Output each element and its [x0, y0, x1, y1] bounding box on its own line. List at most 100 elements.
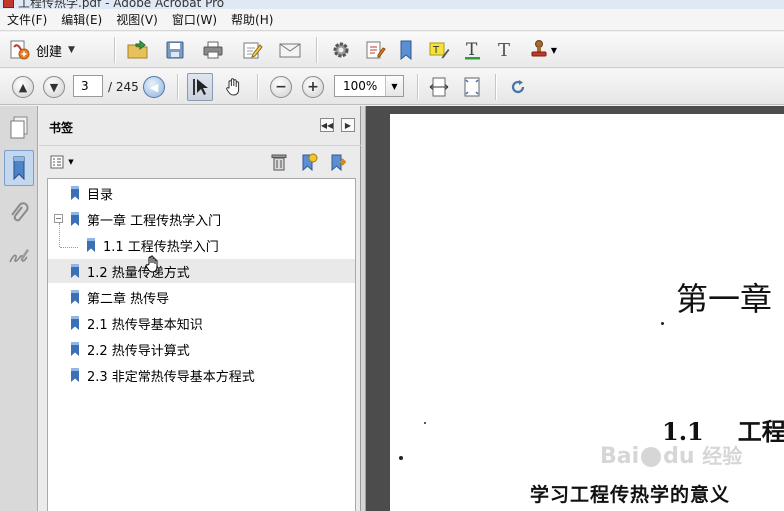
go-back-button[interactable]: ◀ [141, 73, 167, 101]
bookmark-label: 1.2 热量传递方式 [87, 265, 190, 281]
edit-button[interactable] [238, 36, 266, 64]
plus-icon: + [302, 76, 324, 98]
chapter-heading: 第一章 [676, 280, 773, 318]
toolbar-divider [177, 74, 178, 100]
bookmark-tool-button[interactable] [394, 36, 418, 64]
options-menu-button[interactable]: ▼ [49, 152, 75, 172]
bookmark-item[interactable]: − 第一章 工程传热学入门 [48, 207, 355, 231]
chevron-down-icon: ▼ [550, 45, 558, 55]
underline-text-icon: T [465, 40, 480, 60]
collapse-panel-button[interactable]: ◀◀ [320, 118, 334, 132]
hand-tool-button[interactable] [221, 73, 247, 101]
select-cursor-icon [193, 79, 208, 95]
save-button[interactable] [162, 36, 188, 64]
zoom-select[interactable]: 100% ▼ [334, 75, 404, 97]
navigation-rail [0, 106, 38, 511]
comment-edit-button[interactable] [362, 36, 388, 64]
section-title-text: 工程 [737, 417, 784, 446]
arrow-up-icon: ▲ [12, 76, 34, 98]
svg-text:T: T [432, 45, 440, 56]
main-toolbar: 创建 ▼ T T T ▼ [0, 32, 784, 68]
new-bookmark-button[interactable] [298, 152, 320, 172]
menu-bar: 文件(F) 编辑(E) 视图(V) 窗口(W) 帮助(H) [0, 9, 784, 31]
hand-icon [226, 78, 240, 96]
settings-button[interactable] [328, 36, 354, 64]
acrobat-app-icon [3, 0, 14, 8]
bookmark-icon [71, 316, 79, 330]
stamp-button[interactable]: ▼ [526, 36, 560, 64]
bookmark-icon [71, 368, 79, 382]
open-button[interactable] [124, 36, 152, 64]
delete-bookmark-button[interactable] [268, 152, 290, 172]
fit-page-width-icon [429, 77, 449, 97]
bookmark-icon [71, 212, 79, 226]
zoom-value: 100% [343, 79, 378, 93]
bookmark-item[interactable]: 2.2 热传导计算式 [48, 337, 355, 361]
text-icon: T [498, 40, 510, 61]
bookmark-label: 目录 [87, 187, 114, 203]
highlight-text-button[interactable]: T [426, 36, 452, 64]
bookmark-item[interactable]: 1.2 热量传递方式 [48, 259, 355, 283]
bookmarks-panel-button[interactable] [4, 150, 34, 186]
menu-help[interactable]: 帮助(H) [224, 9, 280, 31]
email-button[interactable] [276, 36, 304, 64]
attachments-button[interactable] [4, 196, 34, 232]
bookmark-item[interactable]: 第二章 热传导 [48, 285, 355, 309]
bookmark-label: 第二章 热传导 [87, 291, 170, 307]
create-label: 创建 [36, 44, 63, 60]
document-view[interactable]: 第一章 1.1 工程 学习工程传热学的意义 [366, 106, 784, 511]
bookmark-expand-icon [331, 154, 347, 171]
bookmark-icon [71, 186, 79, 200]
navigation-toolbar: ▲ ▼ 3 / 245 ◀ − + 100% ▼ [0, 69, 784, 105]
zoom-out-button[interactable]: − [268, 73, 294, 101]
chevron-down-icon[interactable]: ▼ [385, 76, 403, 96]
toolbar-divider [417, 74, 418, 100]
underline-text-button[interactable]: T [460, 36, 486, 64]
fit-width-button[interactable] [426, 73, 452, 101]
bookmark-tree: 目录 − 第一章 工程传热学入门 1.1 工程传热学入门 1.2 热量传递方式 … [47, 178, 356, 511]
rotate-button[interactable] [505, 73, 531, 101]
panel-menu-button[interactable]: ▶ [341, 118, 355, 132]
bookmark-item[interactable]: 1.1 工程传热学入门 [48, 233, 355, 257]
bookmark-item[interactable]: 2.3 非定常热传导基本方程式 [48, 363, 355, 387]
signatures-button[interactable] [4, 238, 34, 274]
print-button[interactable] [199, 36, 227, 64]
select-tool-button[interactable] [187, 73, 213, 101]
open-folder-icon [127, 39, 148, 59]
stamp-icon [531, 40, 547, 57]
subsection-heading: 学习工程传热学的意义 [530, 484, 731, 506]
comment-edit-icon [366, 41, 386, 59]
bookmark-item[interactable]: 目录 [48, 181, 355, 205]
previous-page-button[interactable]: ▲ [10, 73, 36, 101]
zoom-in-button[interactable]: + [300, 73, 326, 101]
menu-view[interactable]: 视图(V) [109, 9, 165, 31]
create-button[interactable]: 创建 ▼ [8, 36, 96, 64]
section-heading: 1.1 工程 [662, 412, 784, 447]
fit-page-button[interactable] [459, 73, 485, 101]
pdf-page: 第一章 1.1 工程 学习工程传热学的意义 [390, 114, 784, 511]
hand-cursor-icon [145, 255, 158, 273]
menu-edit[interactable]: 编辑(E) [54, 9, 109, 31]
page-thumbnails-button[interactable] [4, 110, 34, 146]
bookmark-properties-button[interactable] [327, 152, 349, 172]
bookmark-label: 2.1 热传导基本知识 [87, 317, 203, 333]
chevron-down-icon: ▼ [68, 45, 75, 55]
text-tool-button[interactable]: T [492, 36, 518, 64]
collapse-icon[interactable]: − [54, 214, 63, 223]
menu-window[interactable]: 窗口(W) [165, 9, 224, 31]
bookmark-icon [71, 342, 79, 356]
bookmark-label: 第一章 工程传热学入门 [87, 213, 222, 229]
scan-speck [661, 322, 664, 325]
next-page-button[interactable]: ▼ [41, 73, 67, 101]
page-number-input[interactable]: 3 [73, 75, 103, 97]
scan-speck [424, 422, 426, 424]
bookmark-icon [87, 238, 95, 252]
bookmark-item[interactable]: 2.1 热传导基本知识 [48, 311, 355, 335]
menu-file[interactable]: 文件(F) [0, 9, 54, 31]
page-thumbnails-icon [10, 116, 28, 139]
scan-speck [399, 456, 403, 460]
options-list-icon [50, 155, 64, 169]
bookmark-icon [13, 156, 25, 181]
arrow-down-icon: ▼ [43, 76, 65, 98]
bookmark-icon [71, 264, 79, 278]
